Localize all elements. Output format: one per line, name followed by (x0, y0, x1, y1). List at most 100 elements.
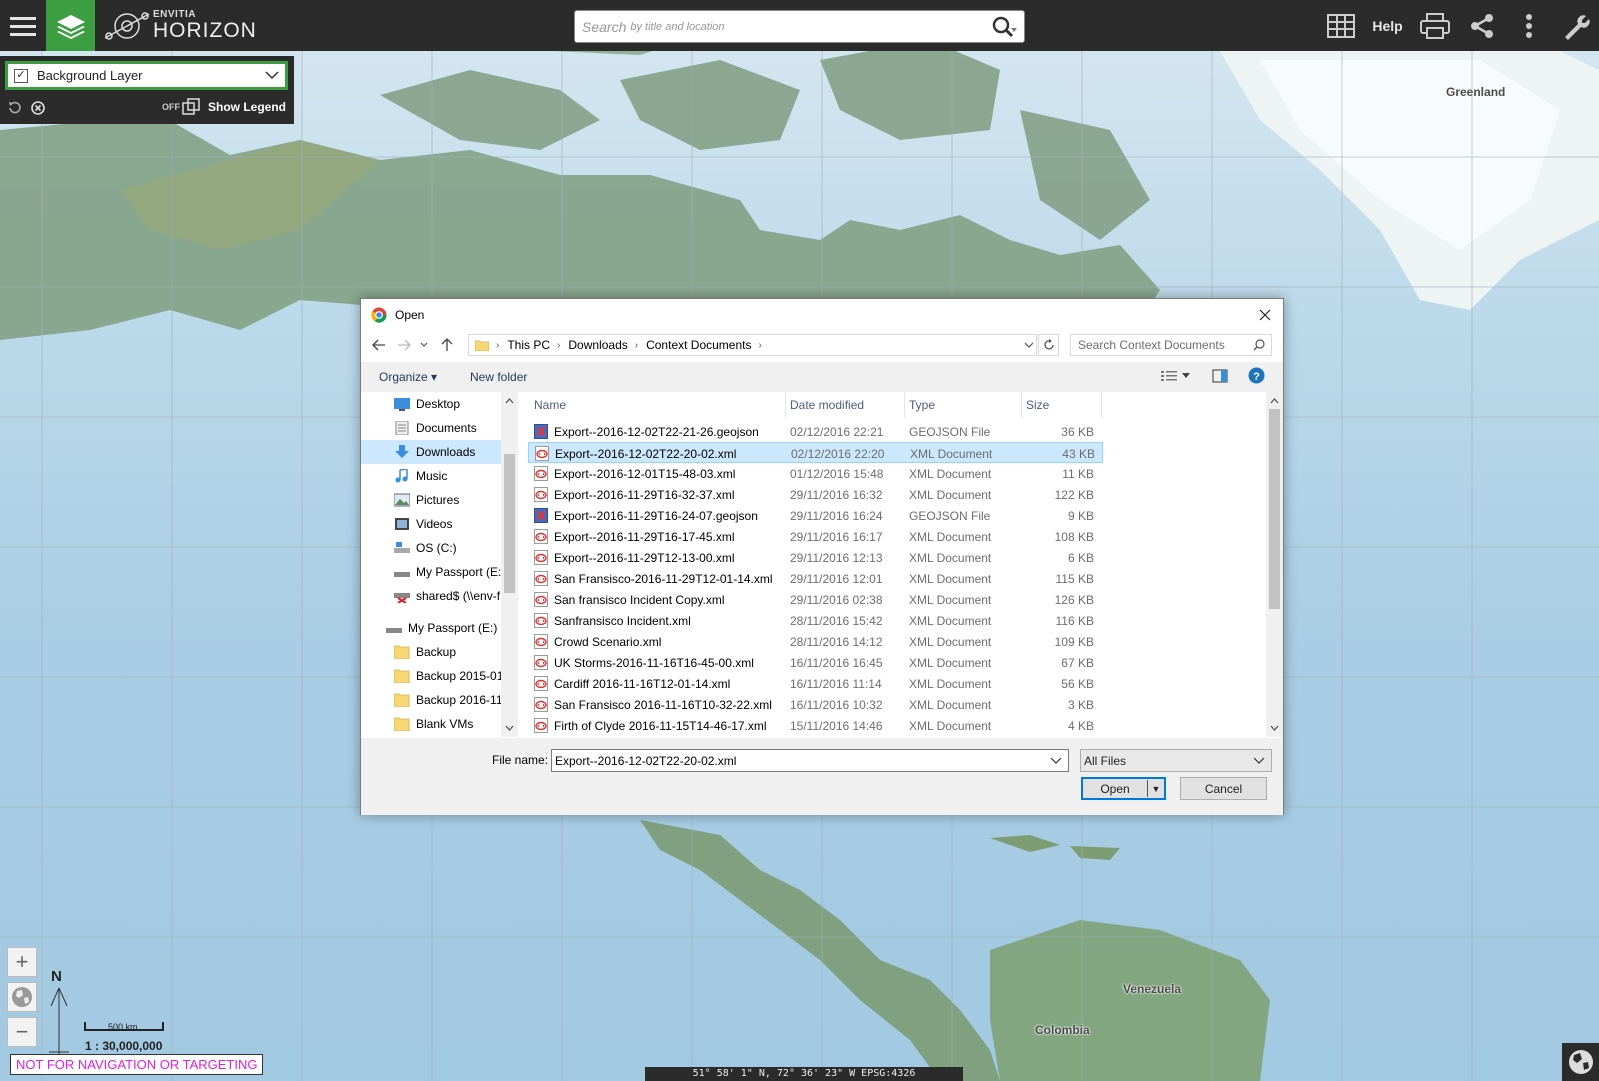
dialog-search-input[interactable] (1078, 338, 1253, 352)
file-name-input[interactable] (555, 753, 1050, 768)
scroll-down-icon[interactable] (501, 722, 518, 734)
new-folder-button[interactable]: New folder (470, 370, 527, 384)
file-row[interactable]: Export--2016-11-29T12-13-00.xml 29/11/201… (528, 547, 1103, 568)
nav-item-label: shared$ (\\env-f (416, 589, 501, 603)
layer-visibility-checkbox[interactable]: ✓ (14, 68, 28, 83)
home-view-button[interactable] (7, 982, 37, 1012)
breadcrumb-context-documents[interactable]: Context Documents (646, 338, 751, 352)
menu-button[interactable] (0, 0, 46, 51)
file-row[interactable]: Export--2016-11-29T16-32-37.xml 29/11/201… (528, 484, 1103, 505)
scroll-up-icon[interactable] (501, 395, 518, 407)
file-row[interactable]: Firth of Clyde 2016-11-15T14-46-17.xml 15… (528, 715, 1103, 736)
scroll-down-icon[interactable] (1266, 722, 1283, 734)
show-legend-toggle[interactable]: Show Legend (208, 100, 286, 114)
cancel-button[interactable]: Cancel (1180, 777, 1267, 800)
nav-item-downloads[interactable]: Downloads (361, 440, 501, 464)
breadcrumb-this-pc[interactable]: This PC (507, 338, 550, 352)
file-date: 02/12/2016 22:21 (790, 425, 884, 439)
nav-item-my-passport-root[interactable]: My Passport (E:) (361, 616, 501, 640)
zoom-in-button[interactable]: + (7, 947, 37, 977)
file-row[interactable]: San Fransisco 2016-11-16T10-32-22.xml 16/… (528, 694, 1103, 715)
nav-item-shared[interactable]: shared$ (\\env-f (361, 584, 501, 608)
grid-button[interactable] (1317, 0, 1364, 51)
file-row[interactable]: Export--2016-12-02T22-21-26.geojson 02/12… (528, 421, 1103, 442)
share-button[interactable] (1458, 0, 1505, 51)
column-date-modified[interactable]: Date modified (790, 398, 864, 412)
file-scroll-thumb[interactable] (1269, 409, 1280, 609)
chevron-down-icon[interactable] (1182, 372, 1190, 379)
file-date: 16/11/2016 11:14 (790, 677, 882, 691)
open-options-arrow[interactable]: ▼ (1148, 784, 1164, 794)
file-row[interactable]: UK Storms-2016-11-16T16-45-00.xml 16/11/2… (528, 652, 1103, 673)
close-button[interactable] (1255, 305, 1275, 325)
file-row[interactable]: San fransisco Incident Copy.xml 29/11/201… (528, 589, 1103, 610)
file-row[interactable]: Export--2016-11-29T16-17-45.xml 29/11/201… (528, 526, 1103, 547)
file-row[interactable]: Crowd Scenario.xml 28/11/2016 14:12 XML Do… (528, 631, 1103, 652)
column-type[interactable]: Type (909, 398, 935, 412)
organize-menu[interactable]: Organize ▾ (379, 370, 437, 384)
file-row[interactable]: Export--2016-11-29T16-24-07.geojson 29/11… (528, 505, 1103, 526)
recent-locations-button[interactable] (416, 333, 432, 357)
file-type-select[interactable]: All Files (1080, 749, 1272, 772)
svg-text:?: ? (1253, 371, 1260, 383)
forward-button[interactable] (393, 333, 415, 357)
back-button[interactable] (368, 333, 390, 357)
nav-item-desktop[interactable]: Desktop (361, 392, 501, 416)
nav-scroll-thumb[interactable] (504, 454, 515, 593)
envitia-logo-icon (104, 11, 150, 40)
search-button[interactable] (984, 11, 1024, 42)
nav-item-music[interactable]: Music (361, 464, 501, 488)
file-date: 16/11/2016 10:32 (790, 698, 883, 712)
chevron-down-icon[interactable] (1050, 757, 1062, 765)
map-label-venezuela: Venezuela (1123, 982, 1182, 996)
layers-button[interactable] (46, 0, 95, 51)
file-row[interactable]: Export--2016-12-01T15-48-03.xml 01/12/201… (528, 463, 1103, 484)
file-type: XML Document (909, 698, 992, 712)
nav-item-videos[interactable]: Videos (361, 512, 501, 536)
file-row[interactable]: Sanfransisco Incident.xml 28/11/2016 15:4… (528, 610, 1103, 631)
file-size: 109 KB (1054, 635, 1094, 649)
music-icon (395, 469, 408, 483)
command-bar: Organize ▾ New folder ? (361, 362, 1283, 392)
view-list-icon[interactable] (1160, 369, 1178, 383)
file-row[interactable]: Export--2016-12-02T22-20-02.xml 02/12/201… (528, 442, 1103, 463)
legend-icon[interactable] (182, 98, 200, 116)
nav-item-pictures[interactable]: Pictures (361, 488, 501, 512)
chevron-down-icon[interactable] (1024, 338, 1034, 352)
column-name[interactable]: Name (534, 398, 566, 412)
tools-button[interactable] (1552, 0, 1599, 51)
open-button[interactable]: Open ▼ (1081, 777, 1166, 800)
more-button[interactable] (1505, 0, 1552, 51)
nav-item-backup-2016[interactable]: Backup 2016-11- (361, 688, 501, 712)
zoom-out-button[interactable]: − (7, 1017, 37, 1047)
pictures-icon (394, 493, 410, 507)
address-bar[interactable]: › This PC › Downloads › Context Document… (468, 334, 1037, 356)
preview-pane-icon[interactable] (1212, 368, 1228, 383)
layer-name: Background Layer (37, 68, 143, 83)
globe-button[interactable] (1562, 1043, 1599, 1081)
nav-pane-scrollbar[interactable] (501, 392, 518, 737)
help-icon[interactable]: ? (1248, 367, 1265, 384)
layer-selector[interactable]: ✓ Background Layer (5, 61, 288, 90)
file-row[interactable]: Cardiff 2016-11-16T12-01-14.xml 16/11/201… (528, 673, 1103, 694)
up-button[interactable] (436, 333, 458, 357)
chrome-icon (371, 307, 387, 323)
breadcrumb-downloads[interactable]: Downloads (568, 338, 627, 352)
refresh-button[interactable] (1038, 334, 1059, 356)
nav-item-backup[interactable]: Backup (361, 640, 501, 664)
search-placeholder-sub[interactable]: by title and location (630, 21, 984, 33)
scroll-up-icon[interactable] (1266, 395, 1283, 407)
undo-icon[interactable] (7, 101, 21, 115)
nav-item-blank-vms[interactable]: Blank VMs (361, 712, 501, 736)
nav-item-documents[interactable]: Documents (361, 416, 501, 440)
help-button[interactable]: Help (1364, 0, 1411, 51)
nav-item-label: Backup (416, 645, 457, 659)
nav-item-my-passport[interactable]: My Passport (E:) (361, 560, 501, 584)
nav-item-os-c[interactable]: OS (C:) (361, 536, 501, 560)
print-button[interactable] (1411, 0, 1458, 51)
nav-item-backup-2015[interactable]: Backup 2015-01- (361, 664, 501, 688)
column-size[interactable]: Size (1026, 398, 1049, 412)
file-list-scrollbar[interactable] (1266, 392, 1283, 737)
clear-icon[interactable] (31, 101, 45, 115)
file-row[interactable]: San Fransisco-2016-11-29T12-01-14.xml 29/… (528, 568, 1103, 589)
